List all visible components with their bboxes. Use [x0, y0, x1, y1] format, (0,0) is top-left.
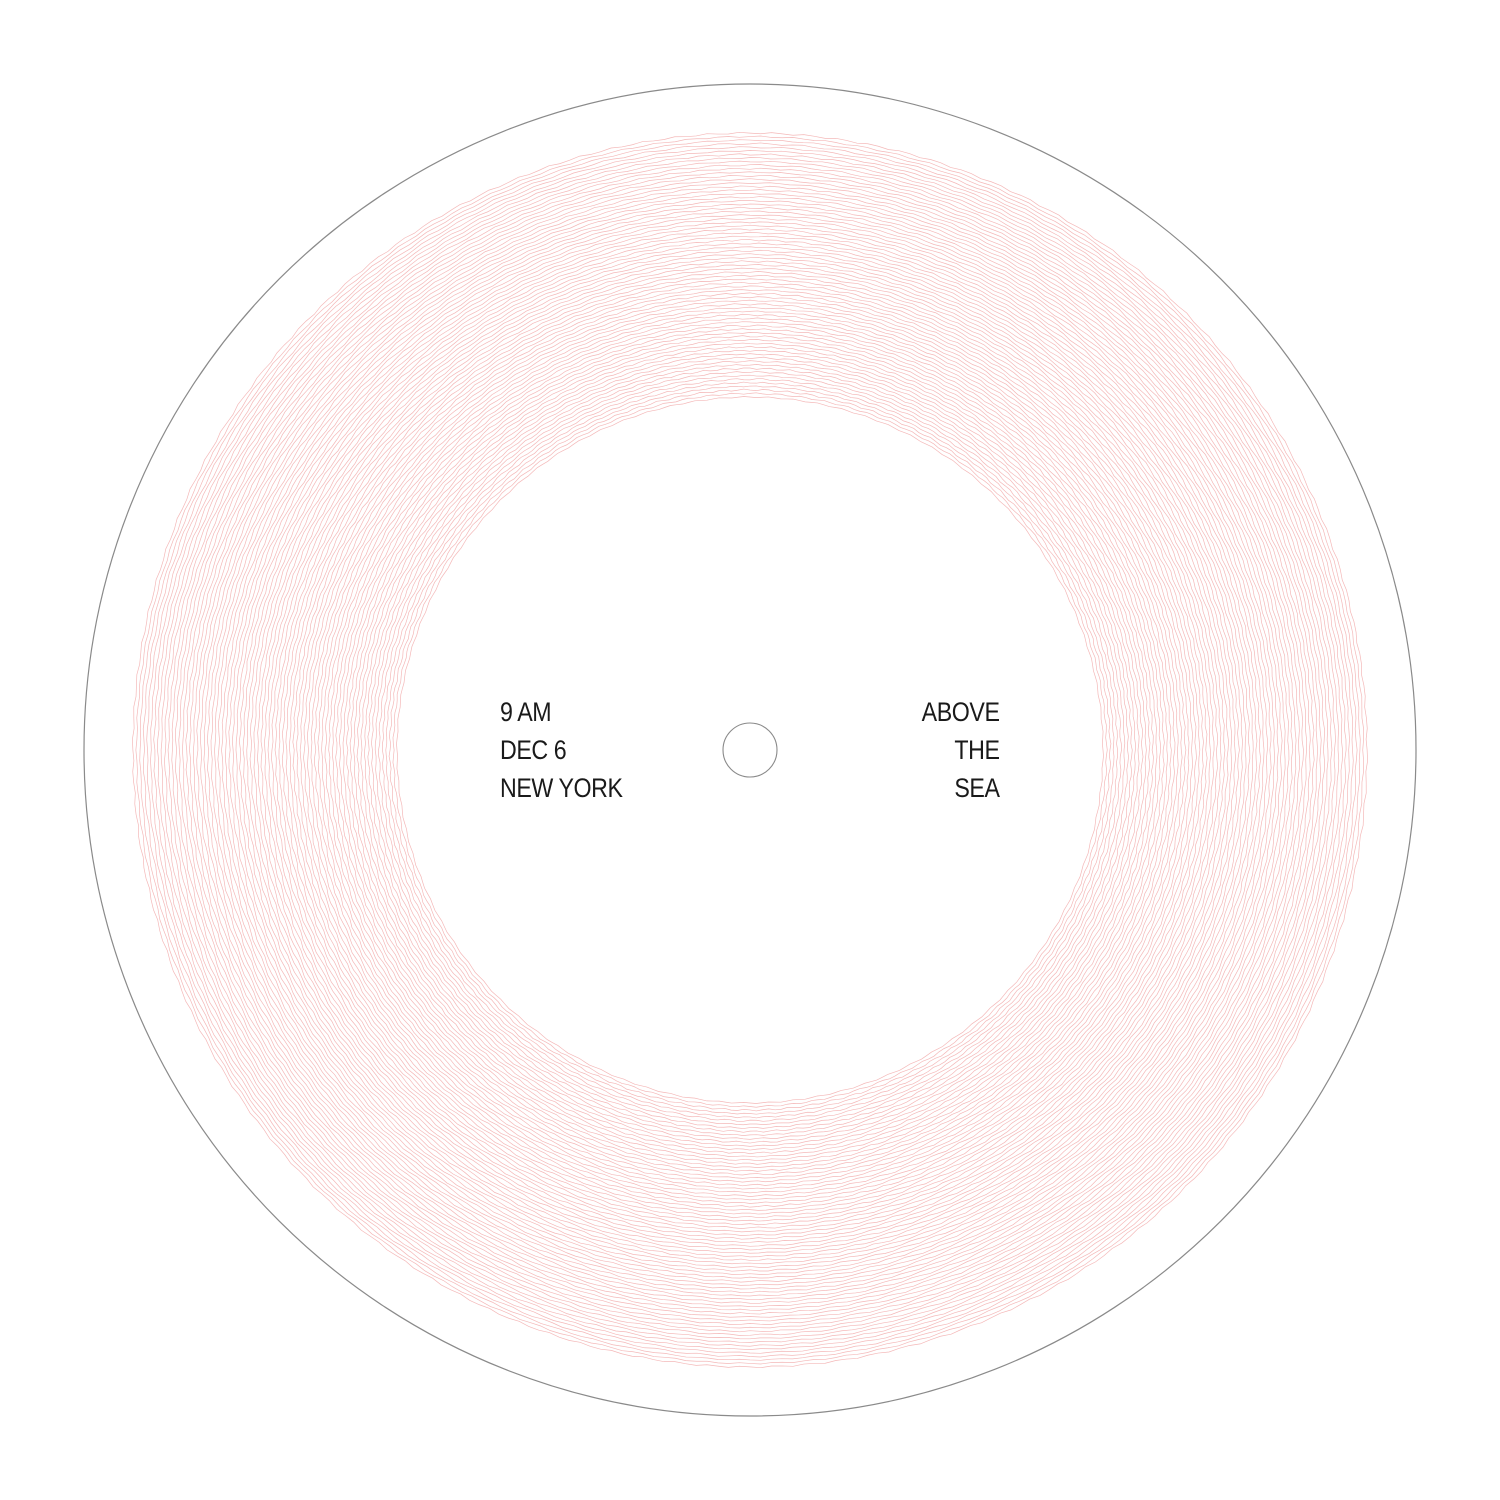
label-date: DEC 6: [500, 735, 567, 765]
label-info-left: 9 AM DEC 6 NEW YORK: [500, 693, 623, 807]
label-title-line-3: SEA: [954, 773, 1001, 803]
label-title-line-1: ABOVE: [922, 697, 1000, 727]
spindle-hole: [722, 722, 778, 778]
label-city: NEW YORK: [500, 773, 623, 803]
label-title-line-2: THE: [954, 735, 1001, 765]
label-title-right: ABOVE THE SEA: [922, 693, 1000, 807]
label-time: 9 AM: [500, 697, 552, 727]
vinyl-record: [83, 83, 1417, 1417]
